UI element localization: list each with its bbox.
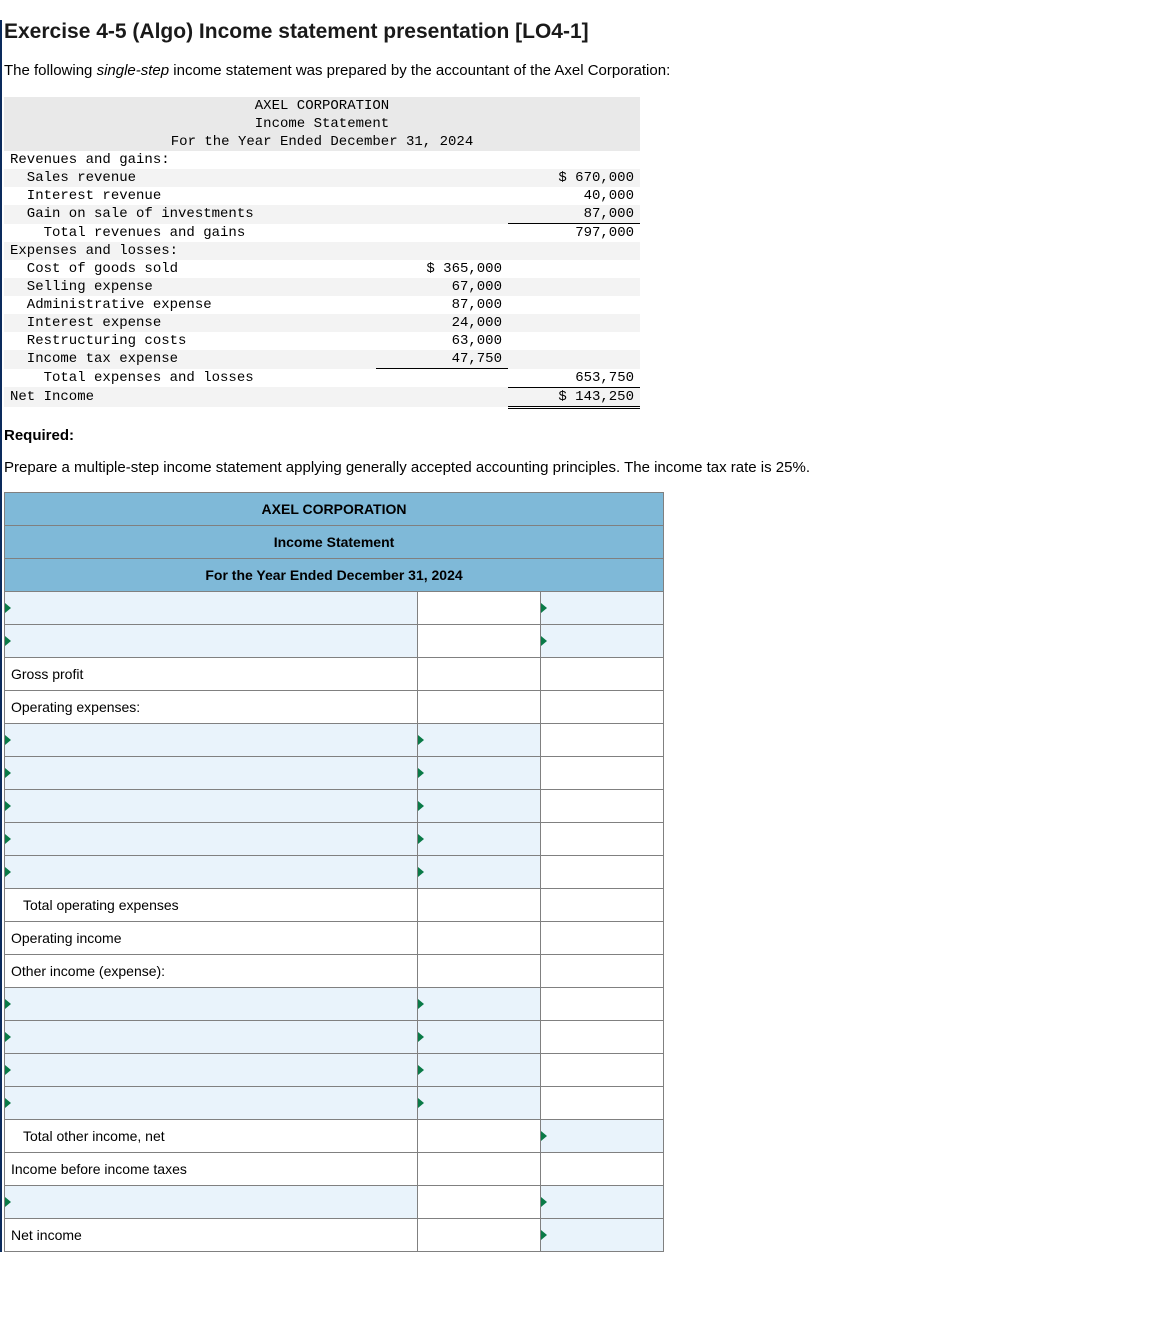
ans-company: AXEL CORPORATION: [5, 492, 664, 525]
ans-opex5-label[interactable]: [5, 855, 418, 888]
ans-other2-label[interactable]: [5, 1020, 418, 1053]
ans-operating-income-label: Operating income: [5, 921, 418, 954]
ss-interest-revenue-label: Interest revenue: [4, 187, 376, 205]
ans-line1-label[interactable]: [5, 591, 418, 624]
ss-gain-label: Gain on sale of investments: [4, 205, 376, 224]
ss-statement-title: Income Statement: [4, 115, 640, 133]
ss-cogs-label: Cost of goods sold: [4, 260, 376, 278]
ss-net-income-amount: $ 143,250: [508, 387, 640, 407]
ans-other1-label[interactable]: [5, 987, 418, 1020]
ss-admin-amount: 87,000: [376, 296, 508, 314]
ans-other1-amt[interactable]: [418, 987, 541, 1020]
ans-other3-label[interactable]: [5, 1053, 418, 1086]
ans-line2-amt[interactable]: [541, 624, 664, 657]
ans-opex3-label[interactable]: [5, 789, 418, 822]
ss-net-income-label: Net Income: [4, 387, 376, 407]
ss-revenues-header: Revenues and gains:: [4, 151, 376, 169]
required-header: Required:: [4, 427, 1170, 444]
ans-pretax-label: Income before income taxes: [5, 1152, 418, 1185]
ans-total-other-label: Total other income, net: [5, 1119, 418, 1152]
lead-emphasis: single-step: [97, 62, 170, 79]
ans-opex1-label[interactable]: [5, 723, 418, 756]
lead-post: income statement was prepared by the acc…: [169, 62, 670, 79]
ss-sales-amount: $ 670,000: [508, 169, 640, 187]
ss-tax-amount: 47,750: [376, 350, 508, 369]
ss-selling-label: Selling expense: [4, 278, 376, 296]
ss-cogs-amount: $ 365,000: [376, 260, 508, 278]
ans-net-income-amt[interactable]: [541, 1218, 664, 1251]
ans-opex2-label[interactable]: [5, 756, 418, 789]
answer-income-statement: AXEL CORPORATION Income Statement For th…: [4, 492, 664, 1252]
ans-other2-amt[interactable]: [418, 1020, 541, 1053]
ss-expenses-header: Expenses and losses:: [4, 242, 376, 260]
ss-restructuring-label: Restructuring costs: [4, 332, 376, 350]
ss-interest-revenue-amount: 40,000: [508, 187, 640, 205]
ss-total-revenues-amount: 797,000: [508, 224, 640, 243]
ss-sales-label: Sales revenue: [4, 169, 376, 187]
ans-total-opex-label: Total operating expenses: [5, 888, 418, 921]
ans-opex1-amt[interactable]: [418, 723, 541, 756]
ss-period: For the Year Ended December 31, 2024: [4, 133, 640, 151]
ans-period: For the Year Ended December 31, 2024: [5, 558, 664, 591]
ans-opex4-amt[interactable]: [418, 822, 541, 855]
ans-opex-header: Operating expenses:: [5, 690, 418, 723]
ans-line1-amt[interactable]: [541, 591, 664, 624]
single-step-income-statement: AXEL CORPORATION Income Statement For th…: [4, 97, 640, 409]
ss-restructuring-amount: 63,000: [376, 332, 508, 350]
ans-opex5-amt[interactable]: [418, 855, 541, 888]
ans-opex3-amt[interactable]: [418, 789, 541, 822]
ans-other4-amt[interactable]: [418, 1086, 541, 1119]
ans-net-income-label: Net income: [5, 1218, 418, 1251]
lead-paragraph: The following single-step income stateme…: [4, 62, 1170, 79]
ans-line2-label[interactable]: [5, 624, 418, 657]
ss-admin-label: Administrative expense: [4, 296, 376, 314]
ans-tax-amt[interactable]: [541, 1185, 664, 1218]
ss-total-revenues-label: Total revenues and gains: [4, 224, 376, 243]
ans-opex4-label[interactable]: [5, 822, 418, 855]
ss-gain-amount: 87,000: [508, 205, 640, 224]
ans-other3-amt[interactable]: [418, 1053, 541, 1086]
lead-pre: The following: [4, 62, 97, 79]
required-text: Prepare a multiple-step income statement…: [4, 459, 1170, 476]
ss-interest-expense-amount: 24,000: [376, 314, 508, 332]
ans-other4-label[interactable]: [5, 1086, 418, 1119]
ss-total-expenses-amount: 653,750: [508, 369, 640, 388]
ans-gross-profit-label: Gross profit: [5, 657, 418, 690]
ss-total-expenses-label: Total expenses and losses: [4, 369, 376, 388]
ans-other-income-header: Other income (expense):: [5, 954, 418, 987]
ans-opex2-amt[interactable]: [418, 756, 541, 789]
ss-interest-expense-label: Interest expense: [4, 314, 376, 332]
ss-company: AXEL CORPORATION: [4, 97, 640, 115]
exercise-title: Exercise 4-5 (Algo) Income statement pre…: [4, 20, 1170, 44]
ss-tax-label: Income tax expense: [4, 350, 376, 369]
ans-tax-label[interactable]: [5, 1185, 418, 1218]
ss-selling-amount: 67,000: [376, 278, 508, 296]
ans-statement-title: Income Statement: [5, 525, 664, 558]
ans-total-other-amt[interactable]: [541, 1119, 664, 1152]
